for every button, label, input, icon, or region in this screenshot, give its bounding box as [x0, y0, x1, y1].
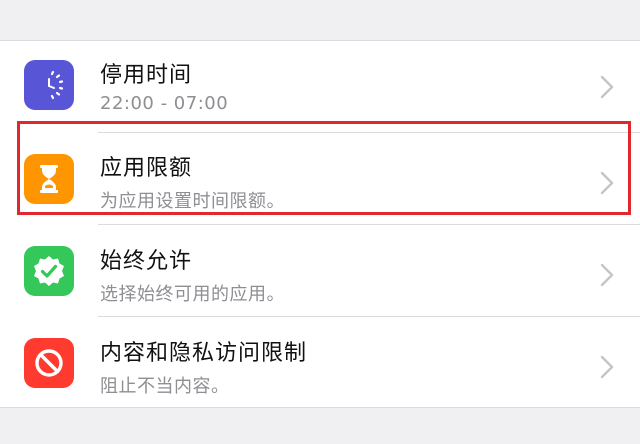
row-title: 内容和隐私访问限制 [100, 341, 308, 366]
settings-row-content-privacy[interactable]: 内容和隐私访问限制 阻止不当内容。 [0, 317, 640, 409]
checkmark-seal-icon [24, 246, 74, 296]
settings-row-always-allowed[interactable]: 始终允许 选择始终可用的应用。 [0, 225, 640, 317]
row-subtitle: 选择始终可用的应用。 [100, 284, 285, 305]
settings-row-app-limits[interactable]: 应用限额 为应用设置时间限额。 [0, 133, 640, 225]
row-subtitle: 为应用设置时间限额。 [100, 191, 285, 212]
settings-list: 停用时间 22:00 - 07:00 应用限额 为应用设置时间限额。 始终允许 … [0, 40, 640, 408]
bottom-spacer [0, 408, 640, 444]
row-title: 应用限额 [100, 156, 193, 181]
row-title: 停用时间 [100, 63, 193, 88]
row-subtitle: 阻止不当内容。 [100, 376, 230, 397]
chevron-right-icon [600, 171, 614, 195]
downtime-icon [24, 60, 74, 110]
settings-row-downtime[interactable]: 停用时间 22:00 - 07:00 [0, 41, 640, 133]
chevron-right-icon [600, 355, 614, 379]
chevron-right-icon [600, 263, 614, 287]
row-subtitle: 22:00 - 07:00 [100, 93, 229, 114]
row-title: 始终允许 [100, 249, 193, 274]
top-spacer [0, 0, 640, 40]
restriction-icon [24, 338, 74, 388]
chevron-right-icon [600, 75, 614, 99]
hourglass-icon [24, 154, 74, 204]
